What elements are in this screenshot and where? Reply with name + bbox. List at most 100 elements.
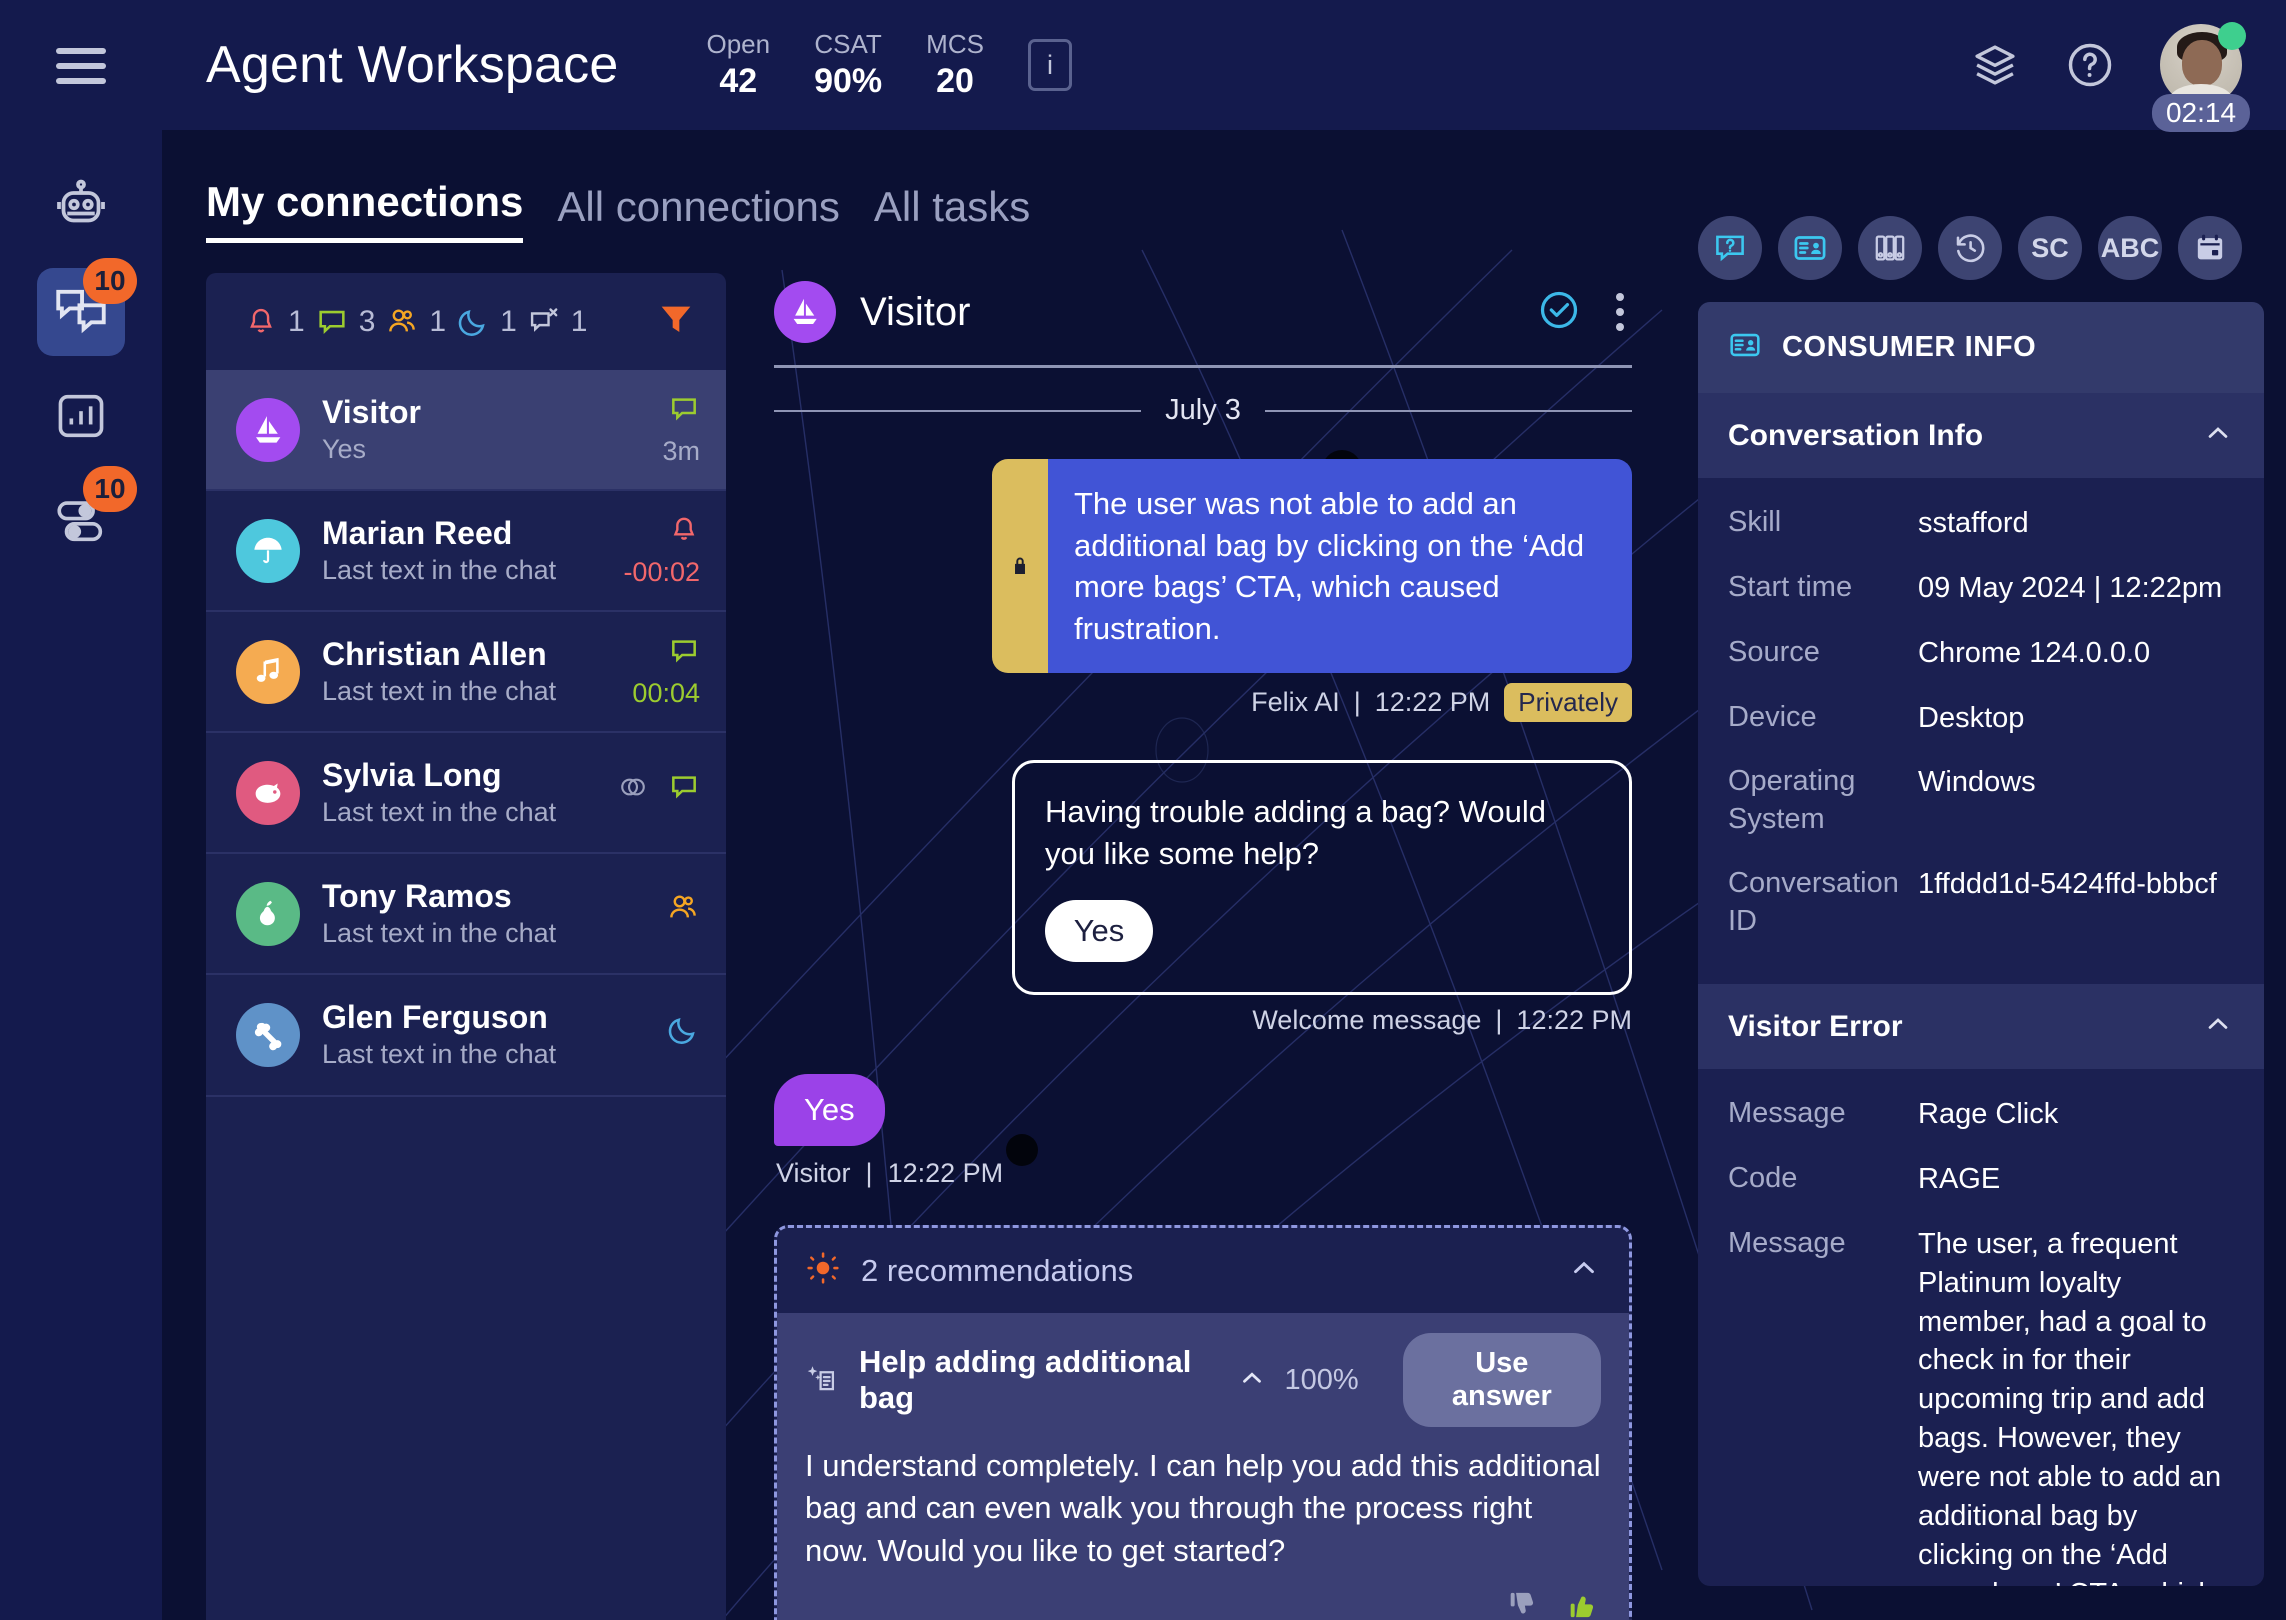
chevron-up-icon[interactable]: [1237, 1363, 1267, 1398]
consumer-info-panel: CONSUMER INFO Conversation Info Skill ss…: [1698, 302, 2264, 1586]
recommendation-card-header[interactable]: Help adding additional bag 100% Use answ…: [777, 1313, 1629, 1441]
recommendations-header[interactable]: 2 recommendations: [777, 1228, 1629, 1313]
tab-consumer-info[interactable]: [1778, 216, 1842, 280]
tab-history[interactable]: [1938, 216, 2002, 280]
info-row: Message Rage Click: [1728, 1095, 2234, 1134]
info-icon[interactable]: i: [1027, 39, 1072, 91]
filter-sleeping[interactable]: 1: [456, 305, 517, 339]
use-answer-button[interactable]: Use answer: [1402, 1333, 1601, 1428]
layers-icon[interactable]: [1970, 40, 2020, 90]
meta-divider: |: [1353, 687, 1361, 718]
users-icon: [666, 891, 700, 930]
filter-unread[interactable]: 3: [315, 305, 375, 339]
info-key: Skill: [1728, 506, 1782, 538]
info-value: 09 May 2024 | 12:22pm: [1918, 571, 2223, 604]
sparkle-doc-icon: [805, 1360, 841, 1401]
list-item-subtitle: Last text in the chat: [322, 555, 557, 586]
info-value: RAGE: [1918, 1163, 2001, 1196]
kebab-menu-icon[interactable]: [1608, 289, 1632, 335]
sidebar-item-settings[interactable]: 10: [37, 466, 137, 564]
private-message-bubble: The user was not able to add an addition…: [992, 459, 1632, 674]
sailboat-icon: [255, 415, 281, 443]
info-key: Message: [1728, 1097, 1846, 1130]
panes: 1 3 1 1 1 Visitor Yes 3m Marian Reed Las…: [162, 243, 1676, 1620]
filter-closed[interactable]: 1: [527, 305, 587, 339]
hamburger-icon[interactable]: [50, 38, 112, 94]
tab-my-connections[interactable]: My connections: [206, 178, 524, 243]
consumer-info-title-label: CONSUMER INFO: [1782, 331, 2037, 363]
header-actions: 02:14: [1970, 22, 2251, 132]
info-key: Code: [1728, 1162, 1798, 1195]
list-item-name: Glen Ferguson: [322, 999, 548, 1036]
funnel-icon[interactable]: [656, 299, 696, 344]
list-item-text: Marian Reed Last text in the chat: [322, 513, 601, 588]
welcome-message-meta: Welcome message | 12:22 PM: [774, 1005, 1632, 1036]
tab-knowledge[interactable]: [1858, 216, 1922, 280]
private-message-time: 12:22 PM: [1374, 687, 1491, 718]
bone-icon: [254, 1022, 282, 1051]
list-item[interactable]: Tony Ramos Last text in the chat: [206, 854, 726, 976]
info-row: Code RAGE: [1728, 1160, 2234, 1199]
pear-icon: [259, 900, 275, 926]
tab-sc[interactable]: SC: [2018, 216, 2082, 280]
thumbs-down-icon[interactable]: [1507, 1588, 1541, 1620]
kpi-mcs: MCS 20: [926, 28, 984, 101]
tab-faq[interactable]: [1698, 216, 1762, 280]
recommendation-feedback: [777, 1580, 1629, 1620]
list-item-name: Sylvia Long: [322, 757, 502, 794]
tab-all-connections[interactable]: All connections: [557, 183, 840, 243]
list-item-meta: [630, 1013, 700, 1058]
chat-messages: July 3 The user was not able to add an a…: [774, 368, 1632, 1620]
filter-sleeping-count: 1: [500, 304, 517, 338]
avatar[interactable]: 02:14: [2151, 22, 2251, 132]
sidebar-item-bots[interactable]: [37, 164, 125, 252]
chevron-up-icon[interactable]: [1567, 1251, 1601, 1290]
help-circle-icon[interactable]: [2064, 39, 2116, 91]
session-timer: 02:14: [2151, 94, 2251, 132]
tab-abc[interactable]: ABC: [2098, 216, 2162, 280]
sidebar-item-reports[interactable]: [37, 372, 125, 460]
chevron-up-icon[interactable]: [2202, 417, 2234, 454]
info-row: Operating System Windows: [1728, 763, 2234, 838]
tab-all-tasks[interactable]: All tasks: [874, 183, 1030, 243]
list-item-time: 3m: [662, 435, 700, 466]
info-row: Skill sstafford: [1728, 504, 2234, 543]
info-value: Windows: [1918, 766, 2036, 799]
filter-alerts[interactable]: 1: [244, 305, 305, 339]
bell-icon: [668, 514, 700, 551]
welcome-message-author: Welcome message: [1252, 1005, 1482, 1036]
chat-header: Visitor: [774, 273, 1632, 368]
private-message-author: Felix AI: [1251, 687, 1340, 718]
avatar: [774, 281, 836, 343]
list-item[interactable]: Marian Reed Last text in the chat -00:02: [206, 491, 726, 613]
tab-calendar[interactable]: [2178, 216, 2242, 280]
chevron-up-icon[interactable]: [2202, 1008, 2234, 1045]
message-row-visitor: Yes: [774, 1074, 1632, 1147]
visitor-error-rows: Message Rage Click Code RAGE Message The…: [1698, 1069, 2264, 1586]
section-conversation-info[interactable]: Conversation Info: [1698, 393, 2264, 478]
list-item-subtitle: Last text in the chat: [322, 676, 557, 707]
list-item-meta: [616, 770, 700, 815]
kpi-csat-label: CSAT: [814, 29, 882, 60]
info-key: Source: [1728, 635, 1820, 668]
sidebar-item-conversations[interactable]: 10: [37, 258, 137, 356]
list-item[interactable]: Christian Allen Last text in the chat 00…: [206, 612, 726, 734]
private-message-meta: Felix AI | 12:22 PM Privately: [774, 683, 1632, 723]
welcome-message-text: Having trouble adding a bag? Would you l…: [1045, 794, 1546, 871]
filter-transfers[interactable]: 1: [385, 305, 446, 339]
sparkle-sun-icon: [805, 1250, 841, 1291]
list-item-name: Visitor: [322, 394, 421, 430]
quick-reply-yes-button[interactable]: Yes: [1045, 900, 1153, 963]
id-card-icon: [1794, 236, 1826, 260]
thumbs-up-icon[interactable]: [1567, 1588, 1601, 1620]
list-item[interactable]: Glen Ferguson Last text in the chat: [206, 975, 726, 1097]
right-panel-tabs: SC ABC: [1676, 178, 2286, 302]
list-item-meta: -00:02: [623, 514, 700, 588]
lock-icon: [992, 459, 1048, 674]
list-item[interactable]: Visitor Yes 3m: [206, 370, 726, 492]
recommendation-card: Help adding additional bag 100% Use answ…: [777, 1313, 1629, 1620]
check-circle-icon[interactable]: [1536, 287, 1582, 338]
binders-icon: [1875, 235, 1905, 261]
section-visitor-error[interactable]: Visitor Error: [1698, 984, 2264, 1070]
list-item[interactable]: Sylvia Long Last text in the chat: [206, 733, 726, 855]
